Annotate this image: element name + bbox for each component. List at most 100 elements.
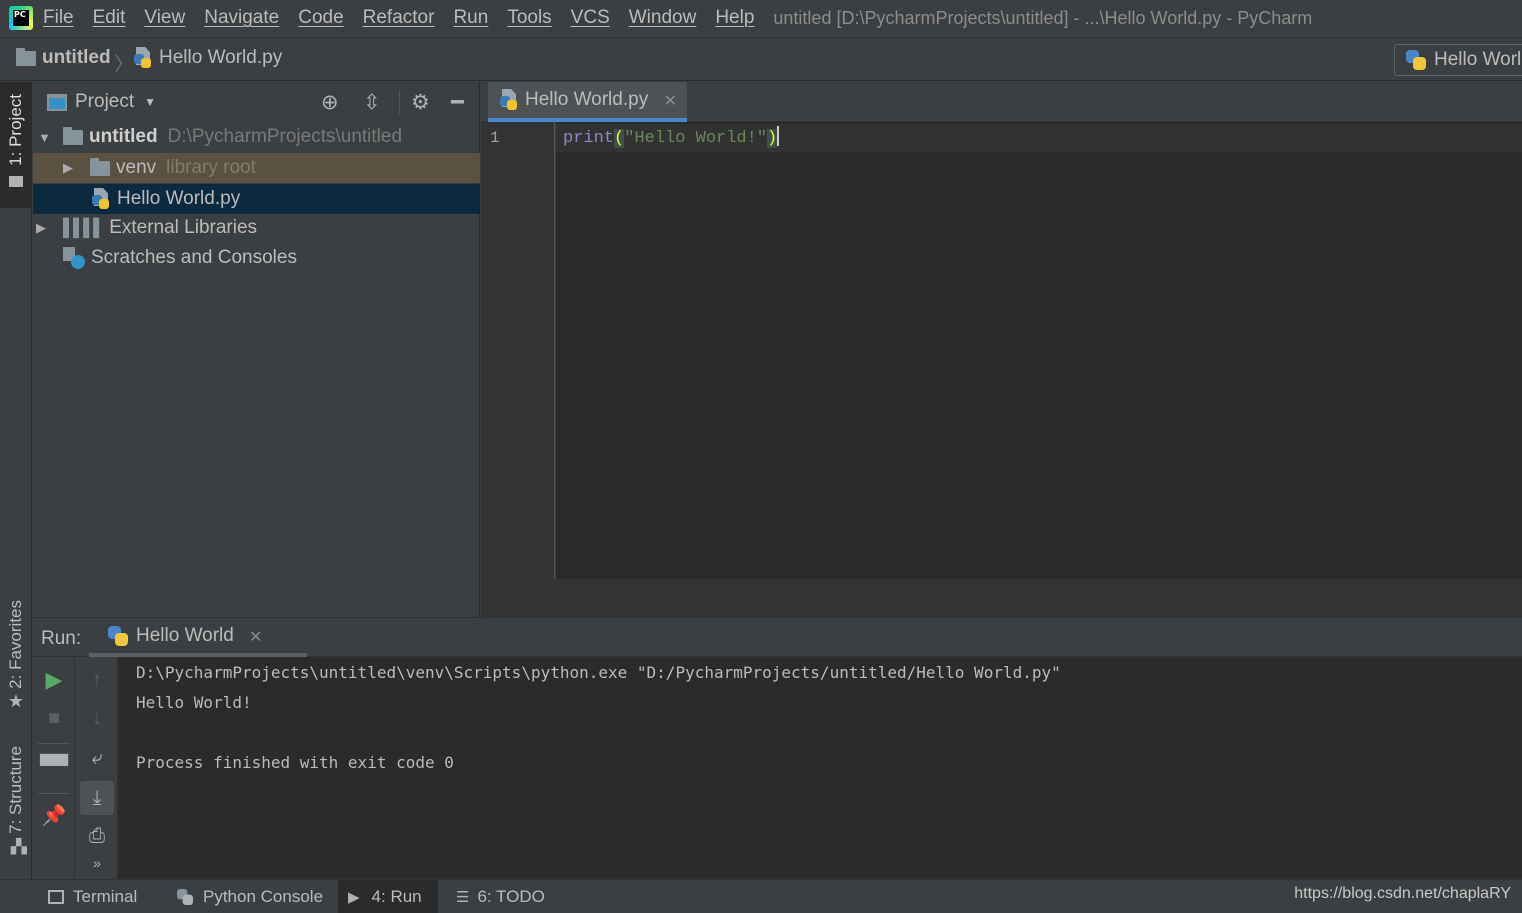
menu-refactor[interactable]: Refactor	[363, 7, 435, 29]
python-logo-icon	[176, 888, 194, 906]
python-file-icon	[500, 89, 520, 111]
toolbar-divider	[399, 90, 400, 114]
tree-item-root[interactable]: ▼ untitled D:\PycharmProjects\untitled	[33, 122, 480, 152]
tool-tab-todo-label: 6: TODO	[477, 887, 545, 906]
folder-icon	[16, 47, 36, 66]
folder-icon	[9, 175, 23, 187]
code-editor[interactable]: print("Hello World!")	[556, 122, 1522, 579]
collapsed-arrow-icon[interactable]: ▶	[36, 220, 46, 236]
run-console[interactable]: D:\PycharmProjects\untitled\venv\Scripts…	[118, 657, 1522, 879]
menu-file[interactable]: File	[43, 7, 74, 29]
run-toolbar-primary: ▶ ■ ▀▀ 📌	[33, 657, 75, 879]
more-icon[interactable]: »	[76, 855, 118, 871]
play-icon[interactable]: ▶	[33, 667, 75, 693]
menu-code[interactable]: Code	[298, 7, 343, 29]
tree-venv-note: library root	[166, 157, 256, 178]
menu-navigate[interactable]: Navigate	[204, 7, 279, 29]
breadcrumb-file-label: Hello World.py	[159, 47, 283, 68]
menu-vcs[interactable]: VCS	[571, 7, 610, 29]
chevron-down-icon[interactable]: ▼	[144, 95, 156, 109]
menu-run[interactable]: Run	[453, 7, 488, 29]
tree-item-external-libraries[interactable]: ▶ ▌▌▌▌ External Libraries	[33, 213, 480, 243]
project-view-select[interactable]: Project	[75, 91, 134, 113]
tool-tab-terminal-label: Terminal	[73, 887, 138, 906]
collapsed-arrow-icon[interactable]: ▶	[63, 160, 73, 176]
folder-icon	[63, 126, 83, 145]
project-panel-header: Project ▼ ⊕ ⇳ ⚙ ━	[33, 82, 480, 122]
down-arrow-icon[interactable]: ↓	[76, 707, 118, 730]
layout-icon[interactable]: ▀▀	[33, 755, 75, 778]
console-command-line: D:\PycharmProjects\untitled\venv\Scripts…	[136, 663, 1061, 682]
editor-tab-hello-world[interactable]: Hello World.py ✕	[488, 82, 687, 122]
menu-bar: PC File Edit View Navigate Code Refactor…	[0, 0, 1522, 36]
tool-tab-project-label: 1: Project	[6, 94, 25, 166]
tool-tab-project[interactable]: 1: Project	[0, 82, 32, 208]
run-configuration-select[interactable]: Hello World	[1394, 44, 1522, 76]
soft-wrap-icon[interactable]: ⤶	[76, 747, 118, 770]
run-tab-label: Hello World	[136, 624, 234, 646]
status-bar: Terminal Python Console ▶ 4: Run ☰ 6: TO…	[0, 879, 1522, 913]
tree-external-libraries-label: External Libraries	[109, 217, 258, 238]
code-close-paren: )	[767, 129, 778, 148]
tree-item-scratches[interactable]: Scratches and Consoles	[33, 243, 480, 273]
code-line[interactable]: print("Hello World!")	[563, 126, 780, 151]
toolbar-divider	[38, 793, 70, 794]
tree-item-venv[interactable]: ▶ venv library root	[33, 153, 480, 183]
print-icon[interactable]: ⎙	[76, 825, 118, 848]
expanded-arrow-icon[interactable]: ▼	[38, 130, 51, 145]
run-toolbar-secondary: ↑ ↓ ⤶ ⤓ ⎙ »	[76, 657, 118, 879]
project-view-icon	[47, 93, 67, 111]
menu-window[interactable]: Window	[629, 7, 697, 29]
collapse-icon[interactable]: ⇳	[363, 90, 381, 115]
libraries-icon: ▌▌▌▌	[63, 218, 105, 237]
editor-tab-label: Hello World.py	[525, 89, 649, 110]
scratches-icon	[63, 247, 85, 269]
tool-tab-structure[interactable]: 7: Structure ▗▚	[0, 746, 32, 855]
folder-icon	[90, 157, 110, 176]
tool-tab-run[interactable]: ▶ 4: Run	[338, 880, 438, 913]
close-icon[interactable]: ✕	[249, 627, 262, 647]
code-keyword: print	[563, 129, 615, 148]
tool-tab-python-console-label: Python Console	[203, 887, 324, 906]
tool-tab-favorites-label: 2: Favorites	[6, 600, 25, 689]
python-logo-icon	[1405, 49, 1427, 71]
menu-help[interactable]: Help	[715, 7, 754, 29]
menu-view[interactable]: View	[144, 7, 185, 29]
todo-icon: ☰	[456, 889, 470, 906]
tool-tab-python-console[interactable]: Python Console	[164, 880, 333, 913]
hide-icon[interactable]: ━	[451, 90, 464, 115]
pin-icon[interactable]: 📌	[33, 803, 75, 828]
tool-tab-favorites[interactable]: 2: Favorites ★	[0, 600, 32, 712]
close-icon[interactable]: ✕	[664, 91, 677, 111]
run-panel-header: Run: Hello World ✕	[33, 617, 1522, 657]
run-tab-hello-world[interactable]: Hello World	[89, 618, 307, 657]
terminal-icon	[48, 890, 64, 904]
tree-scratches-label: Scratches and Consoles	[91, 247, 297, 268]
scroll-to-end-icon[interactable]: ⤓	[80, 781, 114, 815]
editor-tab-bar: Hello World.py ✕	[481, 82, 1522, 122]
run-panel-label: Run:	[41, 628, 82, 649]
stop-icon[interactable]: ■	[33, 707, 75, 730]
editor-bottom-area	[481, 579, 1522, 617]
tree-root-label: untitled	[89, 126, 158, 147]
breadcrumb-project-label: untitled	[42, 47, 111, 68]
run-configuration-label: Hello World	[1434, 49, 1522, 70]
tool-tab-terminal[interactable]: Terminal	[38, 880, 147, 913]
line-number: 1	[490, 129, 500, 147]
tool-tab-todo[interactable]: ☰ 6: TODO	[446, 880, 555, 913]
code-string: "Hello World!"	[624, 129, 768, 148]
navigation-bar: untitled 〉 Hello World.py Hello World	[0, 37, 1522, 81]
breadcrumb-file[interactable]: Hello World.py	[134, 47, 282, 69]
python-file-icon	[134, 47, 154, 69]
breadcrumb-project[interactable]: untitled	[16, 47, 111, 69]
tool-tab-run-label: 4: Run	[371, 887, 422, 906]
locate-icon[interactable]: ⊕	[321, 90, 339, 115]
menu-tools[interactable]: Tools	[507, 7, 551, 29]
tree-item-file[interactable]: Hello World.py	[33, 184, 480, 214]
gear-icon[interactable]: ⚙	[411, 90, 430, 115]
menu-edit[interactable]: Edit	[93, 7, 126, 29]
up-arrow-icon[interactable]: ↑	[76, 669, 118, 692]
python-file-icon	[92, 188, 112, 210]
play-icon: ▶	[348, 889, 360, 906]
star-icon: ★	[7, 690, 25, 711]
